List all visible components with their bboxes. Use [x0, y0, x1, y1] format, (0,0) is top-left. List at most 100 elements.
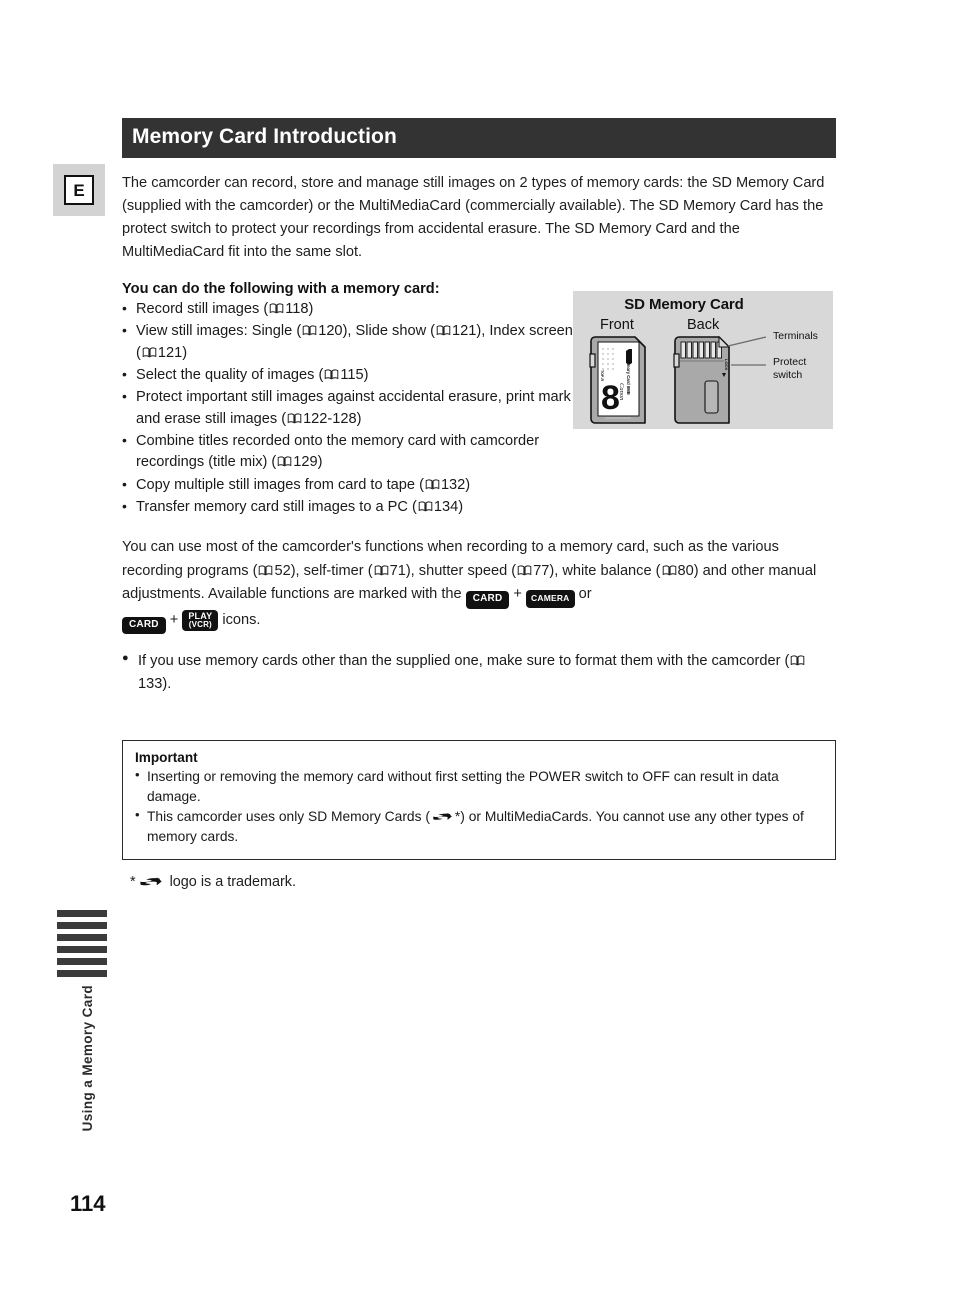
page-reference-icon [269, 300, 284, 314]
list-item-text-end: ) [458, 498, 464, 515]
intro-paragraph: The camcorder can record, store and mana… [122, 175, 825, 261]
language-tab-letter: E [64, 175, 94, 205]
list-item-text-end: ) [308, 301, 314, 318]
sd-logo-icon [139, 875, 163, 888]
page-reference: 121 [157, 344, 183, 361]
list-item: Copy multiple still images from card to … [122, 474, 574, 496]
footnote-text: logo is a trademark. [165, 874, 296, 891]
functions-text-6: or [574, 586, 592, 603]
capabilities-list: Record still images (118) View still ima… [122, 298, 574, 518]
page-reference-icon [287, 410, 302, 424]
page-reference: 52 [274, 562, 291, 579]
play-chip-line1: PLAY [188, 610, 213, 621]
page-number: 114 [70, 1191, 106, 1216]
language-tab: E [53, 164, 105, 216]
page-reference: 129 [293, 454, 318, 471]
sd-card-front: SD Memory Card 8MB Canon TOP-R 8 [589, 336, 646, 424]
footnote-marker: * [130, 874, 136, 891]
sd-card-back: LOCK [673, 335, 731, 424]
list-item-text: Transfer memory card still images to a P… [136, 498, 417, 515]
page-reference: 71 [389, 562, 406, 579]
list-item-text-end: ) [465, 476, 471, 493]
plus-sign: + [165, 611, 183, 628]
list-item: This camcorder uses only SD Memory Cards… [135, 806, 823, 846]
important-item-text: This camcorder uses only SD Memory Cards… [147, 809, 430, 825]
list-item-text-mid: ), Slide show ( [342, 323, 436, 340]
page-reference-icon [302, 322, 317, 337]
side-index-bar-group [57, 910, 107, 977]
page-title: Memory Card Introduction [122, 118, 836, 158]
sd-card-figure: SD Memory Card Front Back Terminals Prot… [573, 291, 833, 429]
side-index-bar [57, 970, 107, 977]
list-item: Protect important still images against a… [122, 386, 574, 430]
list-item: View still images: Single ( 120), Slide s… [122, 320, 574, 364]
list-item-text: Record still images ( [136, 301, 269, 318]
page-reference: 80 [677, 562, 694, 579]
list-item-text: Select the quality of images ( [136, 367, 324, 384]
plus-sign: + [509, 586, 527, 603]
list-item-text: Combine titles recorded onto the memory … [136, 432, 540, 471]
side-index-bar [57, 934, 107, 941]
page-reference: 115 [340, 367, 364, 384]
list-item-text: View still images: Single ( [136, 323, 302, 340]
page-reference: 120 [318, 323, 343, 340]
format-note-text-1: If you use memory cards other than the s… [138, 653, 790, 670]
format-note: If you use memory cards other than the s… [122, 650, 838, 696]
page-reference-icon [436, 322, 451, 337]
page-reference: 121 [452, 323, 477, 340]
important-title: Important [135, 749, 198, 765]
svg-text:LOCK: LOCK [724, 359, 729, 370]
footnote: * logo is a trademark. [122, 874, 836, 890]
side-index-bar [57, 946, 107, 953]
list-item-text-end: ) [356, 410, 362, 427]
list-item: Record still images (118) [122, 298, 574, 320]
list-item-text: Copy multiple still images from card to … [136, 476, 424, 493]
list-item: Combine titles recorded onto the memory … [122, 430, 574, 474]
list-item: Select the quality of images ( 115) [122, 364, 574, 386]
page-reference-icon [324, 366, 339, 380]
side-index-label: Using a Memory Card [80, 985, 95, 1132]
card-terminals [680, 341, 722, 359]
page-reference: 134 [433, 498, 459, 515]
page-reference-icon [374, 561, 389, 576]
card-mode-chip: CARD [465, 591, 510, 609]
page-reference-icon [142, 344, 157, 358]
page-reference-icon [277, 453, 292, 467]
functions-text-4: ), white balance ( [549, 562, 661, 579]
page-reference: 132 [440, 476, 466, 493]
functions-text-3: ), shutter speed ( [405, 562, 517, 579]
functions-text-2: ), self-timer ( [290, 562, 373, 579]
svg-text:8: 8 [601, 379, 620, 417]
terminals-leader-line [727, 336, 767, 347]
play-vcr-mode-chip: PLAY (VCR) [182, 609, 219, 632]
svg-text:SD Memory Card 8MB: SD Memory Card 8MB [626, 351, 631, 395]
page-content: Memory Card Introduction The camcorder c… [122, 118, 836, 890]
list-item-text-end: ) [317, 454, 323, 471]
page-reference-icon [790, 651, 805, 666]
page-reference: 122-128 [303, 410, 357, 427]
page-reference: 133 [138, 676, 163, 693]
side-index-bar [57, 958, 107, 965]
list-item-text-end: ) [182, 344, 188, 361]
page-reference: 77 [533, 562, 550, 579]
card-mode-chip: CARD [122, 616, 166, 635]
page-reference-icon [258, 561, 273, 576]
side-index-bar [57, 922, 107, 929]
list-item-text-end: ) [363, 367, 369, 384]
page-reference-icon [517, 561, 532, 576]
important-box: Important Inserting or removing the memo… [122, 739, 836, 861]
sd-card-illustration: SD Memory Card 8MB Canon TOP-R 8 LOCK [589, 335, 767, 424]
list-item: Transfer memory card still images to a P… [122, 496, 574, 518]
important-item-text: Inserting or removing the memory card wi… [147, 768, 779, 804]
sd-logo-icon [432, 808, 453, 821]
camera-mode-chip: CAMERA [526, 590, 575, 609]
list-item: Inserting or removing the memory card wi… [135, 766, 823, 806]
side-index-bar [57, 910, 107, 917]
functions-text-7: icons. [218, 611, 261, 628]
page-reference-icon [425, 476, 440, 490]
functions-paragraph: You can use most of the camcorder's func… [122, 536, 836, 635]
page-reference-icon [662, 561, 677, 576]
page-reference-icon [418, 498, 433, 512]
format-note-text-2: ). [162, 676, 172, 693]
play-chip-line2: (VCR) [188, 619, 212, 629]
